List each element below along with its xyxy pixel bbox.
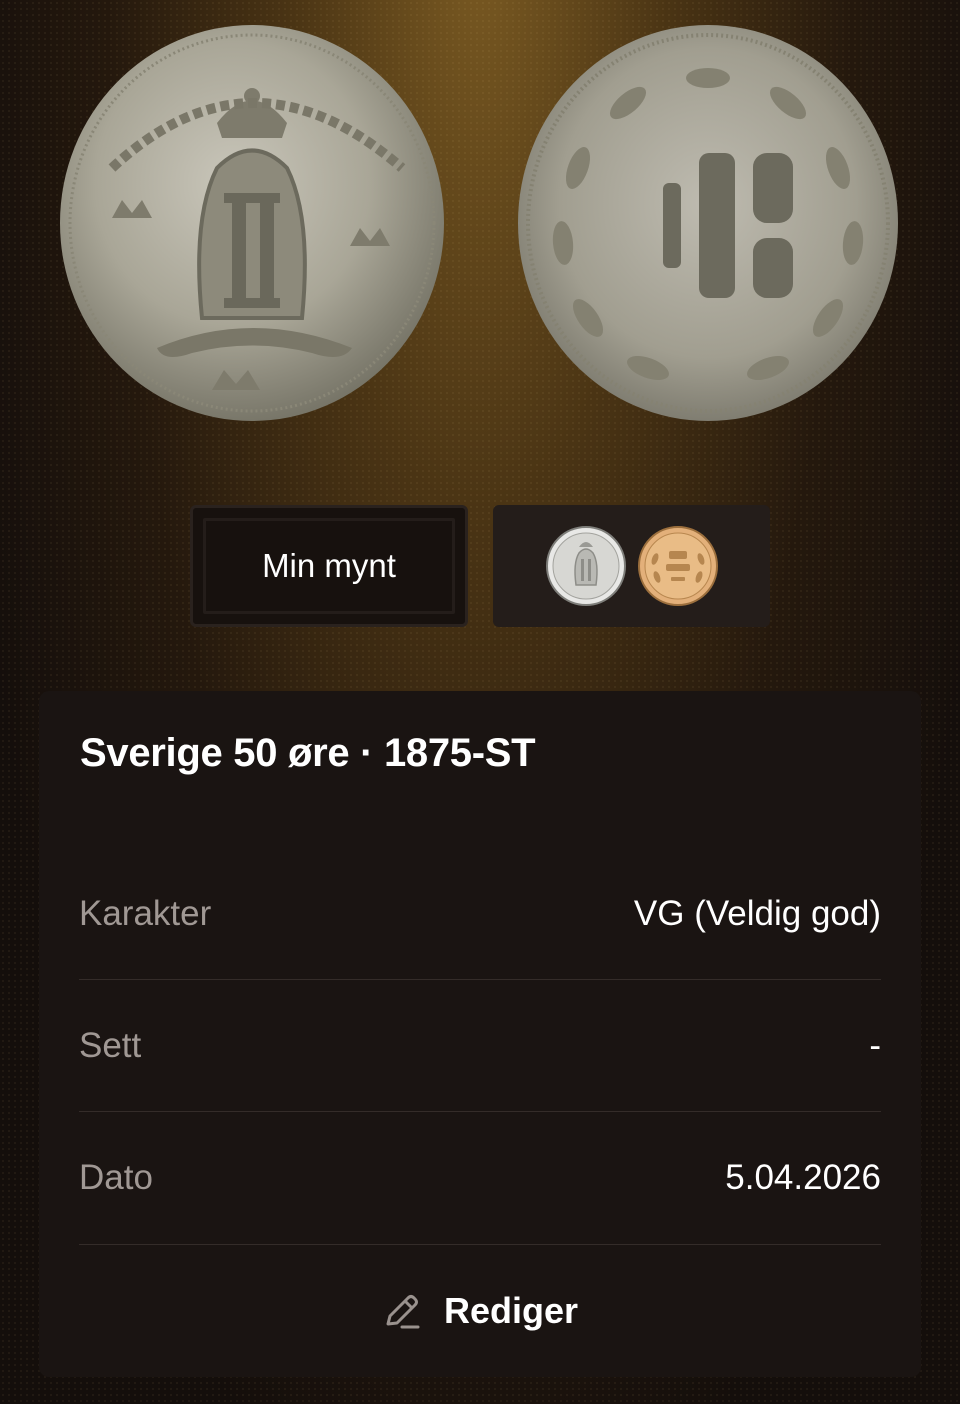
detail-row-grade: Karakter VG (Veldig god) — [79, 848, 881, 980]
coin-detail-screen: Min mynt Sverige 50 øre · 1875-ST Karakt… — [0, 0, 960, 1404]
coin-obverse-image[interactable] — [52, 18, 452, 428]
tab-reference-coins[interactable] — [493, 505, 770, 627]
pencil-icon — [386, 1295, 420, 1329]
tab-my-coin-label: Min mynt — [262, 547, 396, 584]
date-value: 5.04.2026 — [725, 1158, 881, 1197]
date-label: Dato — [79, 1158, 153, 1197]
divider — [79, 1244, 881, 1245]
image-tabs: Min mynt — [190, 505, 770, 627]
set-value: - — [869, 1026, 881, 1065]
reference-obverse-thumbnail — [545, 526, 626, 606]
coin-info-card: Sverige 50 øre · 1875-ST Karakter VG (Ve… — [39, 691, 921, 1377]
tab-my-coin[interactable]: Min mynt — [190, 505, 468, 627]
grade-value: VG (Veldig god) — [633, 894, 881, 933]
detail-row-set: Sett - — [79, 980, 881, 1112]
coin-title: Sverige 50 øre · 1875-ST — [80, 731, 536, 775]
edit-button-label: Rediger — [443, 1290, 579, 1331]
coin-reverse-image[interactable] — [508, 18, 908, 428]
coin-photo-area — [0, 0, 960, 460]
set-label: Sett — [79, 1026, 142, 1065]
reference-reverse-thumbnail — [637, 526, 718, 606]
detail-row-date: Dato 5.04.2026 — [79, 1112, 881, 1244]
edit-button[interactable]: Rediger — [39, 1266, 921, 1356]
grade-label: Karakter — [79, 894, 212, 933]
